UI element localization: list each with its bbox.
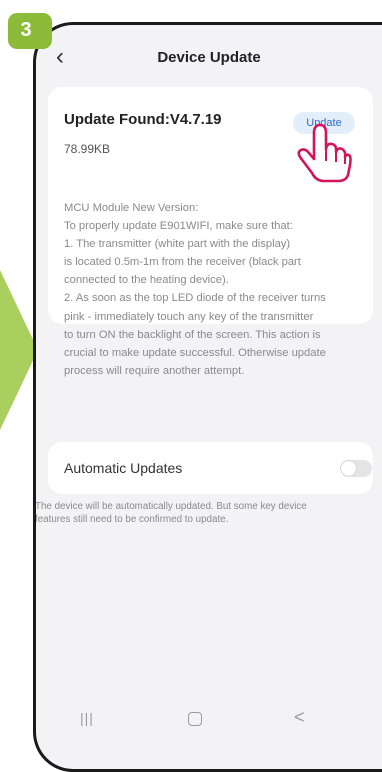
- step-number: 3: [20, 19, 32, 41]
- description-line: to turn ON the backlight of the screen. …: [64, 328, 321, 341]
- hand-pointer-icon: [297, 123, 352, 183]
- description-line: MCU Module New Version:: [64, 202, 199, 214]
- header: ‹ Device Update: [36, 25, 382, 95]
- update-size: 78.99KB: [64, 142, 111, 156]
- step-badge: 3: [8, 13, 52, 49]
- description-line: is located 0.5m-1m from the receiver (bl…: [64, 256, 301, 269]
- recent-apps-button[interactable]: |||: [80, 710, 94, 726]
- phone-screen: ‹ Device Update Update Found:V4.7.19 78.…: [33, 22, 382, 772]
- automatic-updates-note: The device will be automatically updated…: [35, 500, 375, 526]
- description-line: To properly update E901WIFI, make sure t…: [64, 220, 293, 233]
- update-description: MCU Module New Version: To properly upda…: [64, 199, 364, 380]
- automatic-updates-toggle[interactable]: [340, 460, 372, 477]
- home-square-icon[interactable]: [188, 712, 202, 726]
- system-nav-bar: ||| <: [36, 700, 382, 738]
- page-title: Device Update: [157, 49, 261, 66]
- description-line: 1. The transmitter (white part with the …: [64, 238, 291, 251]
- toggle-knob: [341, 461, 356, 476]
- automatic-updates-card: Automatic Updates: [48, 442, 373, 494]
- automatic-updates-label: Automatic Updates: [64, 460, 183, 476]
- description-line: pink - immediately touch any key of the …: [64, 310, 314, 323]
- update-card: Update Found:V4.7.19 78.99KB Update MCU …: [48, 87, 373, 377]
- description-line: 2. As soon as the top LED diode of the r…: [64, 292, 326, 305]
- back-button[interactable]: <: [294, 707, 305, 728]
- description-line: process will require another attempt.: [64, 364, 245, 377]
- update-found-label: Update Found:V4.7.19: [64, 111, 222, 128]
- note-line: The device will be automatically updated…: [35, 501, 307, 512]
- description-line: crucial to make update successful. Other…: [64, 346, 326, 359]
- note-line: features still need to be confirmed to u…: [35, 514, 229, 525]
- description-line: connected to the heating device).: [64, 274, 229, 287]
